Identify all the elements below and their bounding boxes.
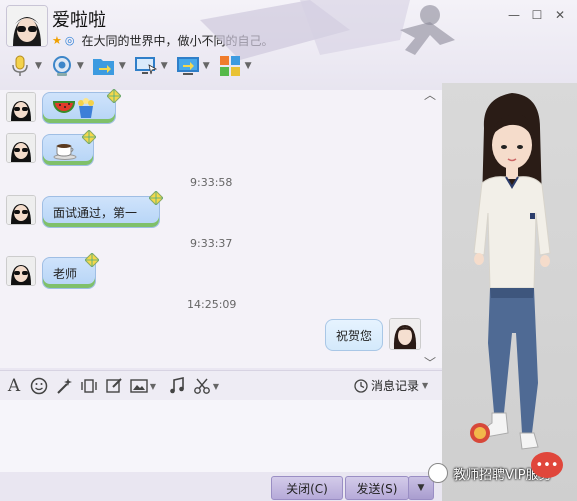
app-grid-icon xyxy=(218,54,242,78)
send-button[interactable]: 发送(S) xyxy=(345,476,409,500)
message-history-label: 消息记录 xyxy=(371,379,420,393)
chevron-down-icon: ▼ xyxy=(417,483,425,493)
music-button[interactable] xyxy=(166,375,188,397)
message-bubble[interactable] xyxy=(42,92,116,124)
message-avatar[interactable] xyxy=(6,256,36,286)
kite-icon xyxy=(82,130,96,144)
popcorn-icon xyxy=(78,98,94,118)
message-text: 老师 xyxy=(53,266,78,281)
smiley-icon xyxy=(30,377,48,395)
font-icon: A xyxy=(7,376,21,396)
message-bubble[interactable]: 祝贺您 xyxy=(325,319,383,351)
contact-name: 爱啦啦 xyxy=(52,10,106,31)
chat-bubble-icon[interactable]: ••• xyxy=(531,452,563,478)
maximize-button[interactable]: ☐ xyxy=(530,8,544,22)
chevron-down-icon[interactable]: ▼ xyxy=(203,61,210,71)
chevron-down-icon: ▼ xyxy=(422,381,429,390)
star-icon: ★ xyxy=(52,34,62,47)
chevron-down-icon[interactable]: ▼ xyxy=(161,61,168,71)
magic-button[interactable] xyxy=(53,375,75,397)
close-button[interactable]: 关闭(C) xyxy=(271,476,343,500)
message-timestamp: 9:33:37 xyxy=(190,237,233,250)
shake-window-icon xyxy=(81,379,97,393)
apps-button[interactable]: ▼ xyxy=(218,54,252,78)
message-text: 祝贺您 xyxy=(336,328,373,343)
video-call-button[interactable]: ▼ xyxy=(50,54,84,78)
share-screen-icon xyxy=(176,54,200,78)
remote-assist-button[interactable]: ▼ xyxy=(134,54,168,78)
scroll-up-icon[interactable]: ︿ xyxy=(424,86,436,103)
edit-button[interactable] xyxy=(103,375,125,397)
kite-icon xyxy=(149,191,163,205)
remote-desktop-icon xyxy=(134,54,158,78)
message-timestamp: 9:33:58 xyxy=(190,176,233,189)
file-transfer-icon xyxy=(92,54,116,78)
close-window-button[interactable]: ✕ xyxy=(553,8,567,22)
share-screen-button[interactable]: ▼ xyxy=(176,54,210,78)
chevron-down-icon[interactable]: ▼ xyxy=(35,61,42,71)
message-history-button[interactable]: 消息记录 ▼ xyxy=(354,377,428,394)
wechat-icon xyxy=(428,463,448,483)
message-input[interactable] xyxy=(0,400,442,472)
message-text: 面试通过，第一 xyxy=(53,205,138,220)
emoji-button[interactable] xyxy=(28,375,50,397)
magic-wand-icon xyxy=(57,378,72,394)
webcam-icon xyxy=(50,54,74,78)
message-avatar[interactable] xyxy=(6,133,36,163)
self-avatar[interactable] xyxy=(389,318,421,350)
kite-icon xyxy=(85,253,99,267)
toolbar: ▼ ▼ ▼ ▼ ▼ ▼ xyxy=(0,52,252,80)
message-avatar[interactable] xyxy=(6,195,36,225)
scissors-icon xyxy=(194,378,210,394)
screenshot-button[interactable]: ▼ xyxy=(191,375,221,397)
message-timestamp: 14:25:09 xyxy=(187,298,237,311)
scroll-down-icon[interactable]: ﹀ xyxy=(424,354,436,371)
watermelon-icon xyxy=(53,101,75,113)
chevron-down-icon[interactable]: ▼ xyxy=(150,382,156,391)
image-icon xyxy=(130,379,148,393)
font-button[interactable]: A xyxy=(3,375,25,397)
kite-icon xyxy=(107,89,121,103)
chevron-down-icon[interactable]: ▼ xyxy=(119,61,126,71)
shake-button[interactable] xyxy=(78,375,100,397)
image-button[interactable]: ▼ xyxy=(128,375,158,397)
qzone-icon[interactable]: ◎ xyxy=(65,34,75,47)
message-bubble[interactable]: 面试通过，第一 xyxy=(42,196,160,228)
show-panel xyxy=(442,83,577,501)
chat-window: 爱啦啦 ★ ◎ 在大同的世界中，做小不同的自己。 — ☐ ✕ ▼ ▼ ▼ ▼ ▼… xyxy=(0,0,577,501)
message-avatar[interactable] xyxy=(6,92,36,122)
minimize-button[interactable]: — xyxy=(507,8,521,22)
chevron-down-icon[interactable]: ▼ xyxy=(213,382,219,391)
contact-avatar[interactable] xyxy=(6,5,48,47)
chevron-down-icon[interactable]: ▼ xyxy=(77,61,84,71)
send-file-button[interactable]: ▼ xyxy=(92,54,126,78)
clock-icon xyxy=(354,378,368,393)
chevron-down-icon[interactable]: ▼ xyxy=(245,61,252,71)
microphone-icon xyxy=(8,54,32,78)
avatar-figure-icon[interactable] xyxy=(442,83,577,501)
music-note-icon xyxy=(170,377,184,394)
window-header: 爱啦啦 ★ ◎ 在大同的世界中，做小不同的自己。 — ☐ ✕ ▼ ▼ ▼ ▼ ▼… xyxy=(0,0,577,91)
coffee-icon xyxy=(53,144,77,160)
edit-icon xyxy=(106,378,122,393)
voice-call-button[interactable]: ▼ xyxy=(8,54,42,78)
